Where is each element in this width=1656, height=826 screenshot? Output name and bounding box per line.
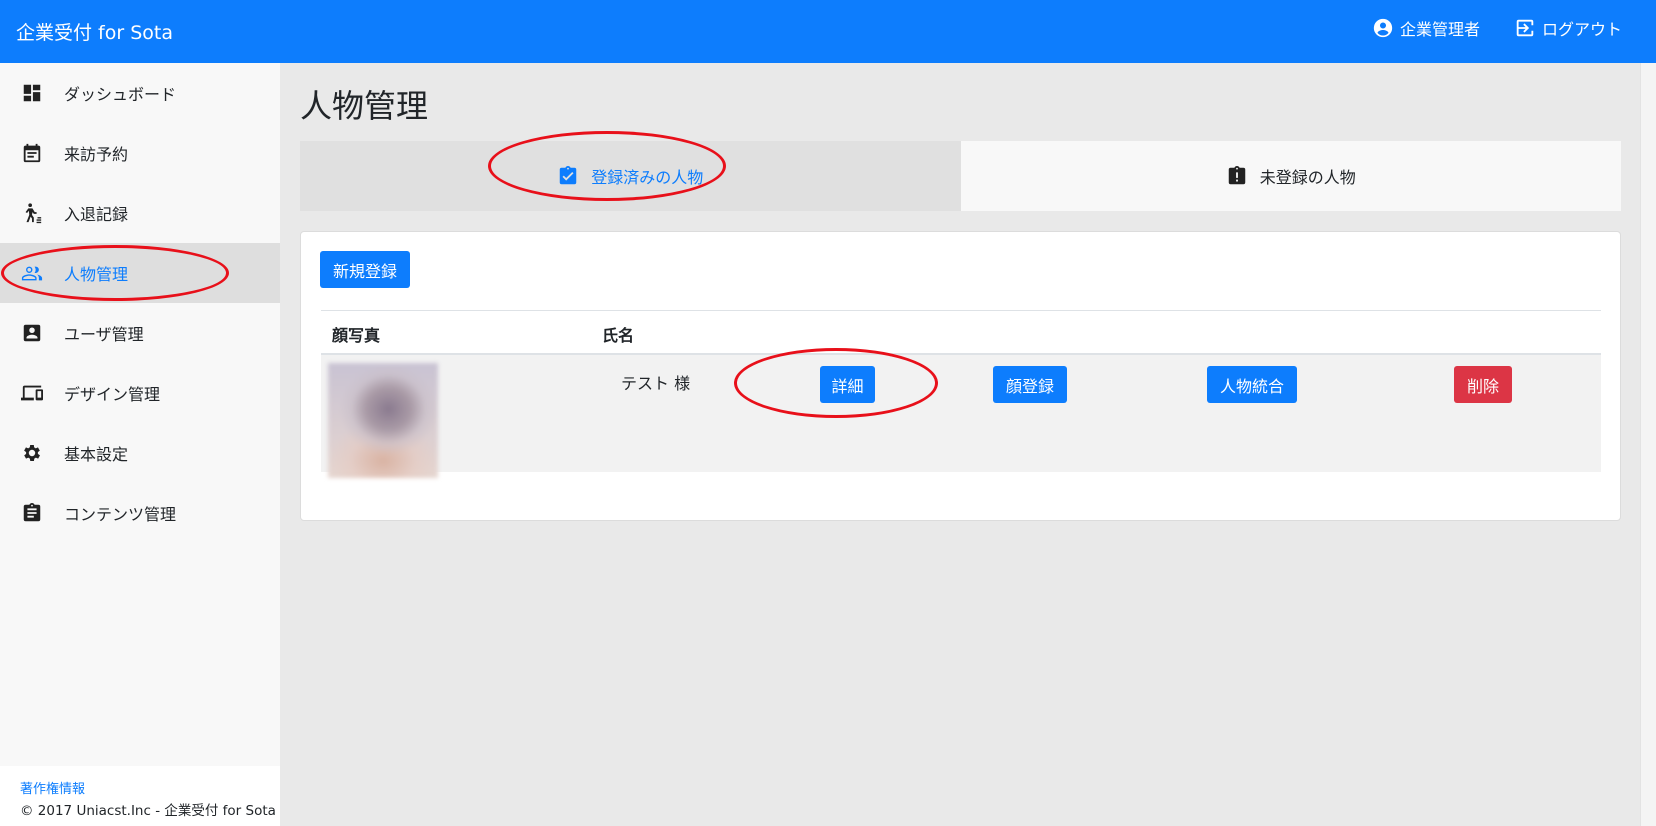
tab-label: 登録済みの人物 <box>591 168 704 187</box>
logout-label: ログアウト <box>1541 20 1622 39</box>
logout-button[interactable]: ログアウト <box>1514 16 1622 40</box>
user-menu[interactable]: 企業管理者 <box>1372 16 1480 40</box>
sidebar: ダッシュボード 来訪予約 入退記録 人物管理 ユーザ管理 デザイン管理 基本設定… <box>0 63 280 826</box>
column-header-name: 氏名 <box>602 326 635 345</box>
sidebar-item-contents[interactable]: コンテンツ管理 <box>0 483 280 543</box>
face-register-button[interactable]: 顔登録 <box>993 366 1067 403</box>
sidebar-item-label: コンテンツ管理 <box>64 505 177 524</box>
sidebar-item-design[interactable]: デザイン管理 <box>0 363 280 423</box>
account-box-icon <box>20 321 44 345</box>
sidebar-item-label: 基本設定 <box>64 445 129 464</box>
dashboard-icon <box>20 81 44 105</box>
sidebar-item-reservations[interactable]: 来訪予約 <box>0 123 280 183</box>
tab-label: 未登録の人物 <box>1259 168 1356 187</box>
sidebar-item-label: ダッシュボード <box>64 85 177 104</box>
app-title[interactable]: 企業受付 for Sota <box>16 18 173 45</box>
sidebar-item-settings[interactable]: 基本設定 <box>0 423 280 483</box>
face-photo <box>328 363 438 478</box>
page-scrollbar[interactable] <box>1640 63 1656 826</box>
detail-button[interactable]: 詳細 <box>820 366 875 403</box>
tab-unregistered[interactable]: 未登録の人物 <box>960 141 1621 211</box>
top-navbar: 企業受付 for Sota 企業管理者 ログアウト <box>0 0 1656 63</box>
tab-registered[interactable]: 登録済みの人物 <box>300 141 961 211</box>
copyright-text: © 2017 Uniacst.Inc - 企業受付 for Sota <box>20 803 276 819</box>
merge-person-button[interactable]: 人物統合 <box>1207 366 1297 403</box>
copyright-link[interactable]: 著作権情報 <box>20 778 85 797</box>
people-card: 新規登録 顔写真 氏名 テスト 様 詳細 顔登録 人物統合 削除 <box>300 231 1621 521</box>
gear-icon <box>20 441 44 465</box>
tab-bar: 登録済みの人物 未登録の人物 <box>300 141 1621 211</box>
sidebar-item-entry-log[interactable]: 入退記録 <box>0 183 280 243</box>
logout-icon <box>1516 19 1534 37</box>
person-name: テスト 様 <box>621 374 691 393</box>
people-icon <box>20 261 44 285</box>
page-title: 人物管理 <box>300 87 429 125</box>
delete-button[interactable]: 削除 <box>1454 366 1512 403</box>
table-top-border <box>321 310 1601 311</box>
new-register-button[interactable]: 新規登録 <box>320 251 410 288</box>
calendar-icon <box>20 141 44 165</box>
sidebar-item-people[interactable]: 人物管理 <box>0 243 280 303</box>
column-header-photo: 顔写真 <box>332 326 381 345</box>
sidebar-item-dashboard[interactable]: ダッシュボード <box>0 63 280 123</box>
account-circle-icon <box>1373 18 1393 38</box>
table-row: テスト 様 詳細 顔登録 人物統合 削除 <box>321 355 1601 478</box>
devices-icon <box>20 381 44 405</box>
sidebar-item-label: 人物管理 <box>64 265 129 284</box>
user-label: 企業管理者 <box>1399 20 1480 39</box>
sidebar-item-label: ユーザ管理 <box>64 325 144 344</box>
clipboard-alert-icon <box>1228 165 1245 185</box>
sidebar-item-label: デザイン管理 <box>64 385 161 404</box>
walker-icon <box>20 201 44 225</box>
sidebar-item-users[interactable]: ユーザ管理 <box>0 303 280 363</box>
sidebar-footer: 著作権情報 © 2017 Uniacst.Inc - 企業受付 for Sota <box>0 766 280 826</box>
sidebar-item-label: 来訪予約 <box>64 145 129 164</box>
top-right-menu: 企業管理者 ログアウト <box>1372 16 1622 40</box>
sidebar-item-label: 入退記録 <box>64 205 129 224</box>
main-content: 人物管理 登録済みの人物 未登録の人物 新規登録 顔写真 氏名 テスト 様 詳細… <box>280 63 1640 826</box>
clipboard-check-icon <box>559 165 577 185</box>
clipboard-icon <box>20 501 44 525</box>
